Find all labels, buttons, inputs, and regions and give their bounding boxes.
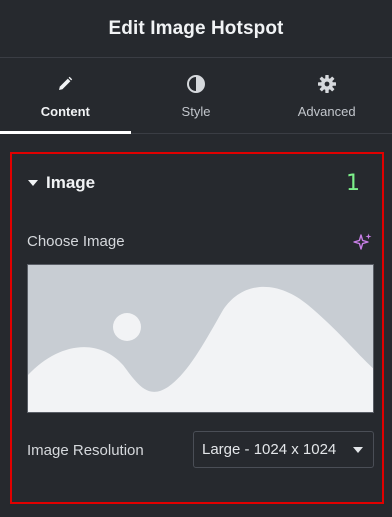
tab-bar: Content Style Advanced	[0, 58, 392, 134]
tab-advanced[interactable]: Advanced	[261, 58, 392, 133]
select-value: Large - 1024 x 1024	[202, 441, 337, 458]
chevron-down-icon	[353, 447, 363, 453]
section-title: Image	[46, 173, 96, 192]
placeholder-image-icon	[28, 265, 373, 412]
gear-icon	[316, 73, 338, 95]
image-resolution-label: Image Resolution	[27, 442, 144, 459]
annotation-marker: 1	[346, 171, 360, 196]
tab-style[interactable]: Style	[131, 58, 262, 133]
choose-image-label: Choose Image	[27, 233, 125, 250]
tab-label: Style	[181, 104, 211, 119]
image-resolution-select[interactable]: Large - 1024 x 1024	[193, 431, 374, 468]
pencil-icon	[54, 73, 76, 95]
panel-title: Edit Image Hotspot	[108, 17, 284, 39]
section-toggle[interactable]: Image	[12, 154, 382, 212]
tab-content[interactable]: Content	[0, 58, 131, 134]
image-section: Image 1 Choose Image Image Resolution La…	[10, 152, 384, 504]
image-placeholder[interactable]	[27, 264, 374, 413]
sparkle-ai-icon[interactable]	[353, 232, 373, 252]
panel-header: Edit Image Hotspot	[0, 0, 392, 58]
contrast-icon	[185, 73, 207, 95]
tab-label: Content	[40, 104, 90, 119]
caret-down-icon	[28, 180, 38, 186]
tab-label: Advanced	[297, 104, 356, 119]
